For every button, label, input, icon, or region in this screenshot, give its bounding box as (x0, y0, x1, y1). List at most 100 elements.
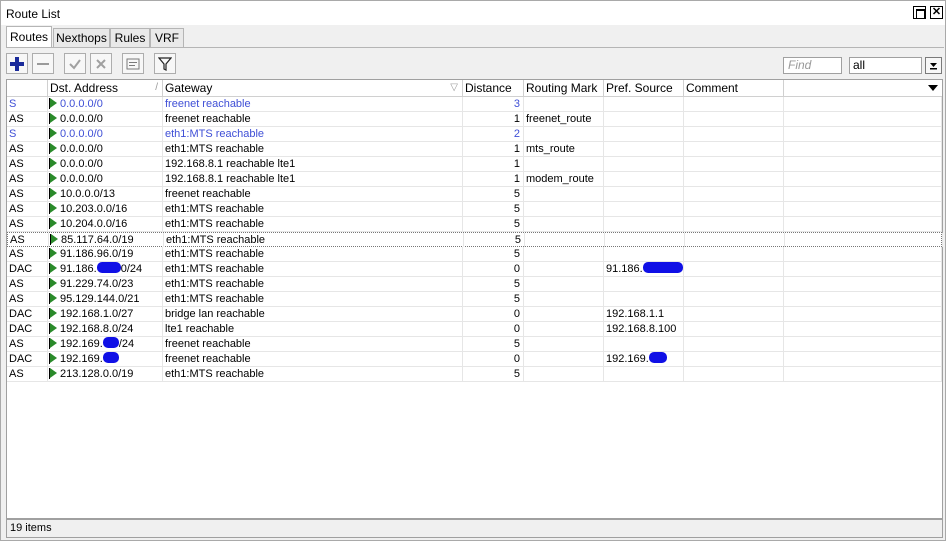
cell-comment (684, 97, 784, 111)
cell-pref-source: 91.186. (604, 262, 684, 276)
cell-dst-address: 0.0.0.0/0 (48, 127, 163, 141)
cell-dst-address: 10.203.0.0/16 (48, 202, 163, 216)
cell-flags: AS (7, 247, 48, 261)
table-row[interactable]: AS 10.203.0.0/16 eth1:MTS reachable 5 (7, 202, 942, 217)
filter-select[interactable]: all (849, 57, 922, 74)
enable-button[interactable] (64, 53, 86, 74)
filter-dropdown-button[interactable] (925, 57, 942, 74)
table-row[interactable]: AS 192.169. /24 freenet reachable 5 (7, 337, 942, 352)
table-row[interactable]: DAC 192.168.1.0/27 bridge lan reachable 0 19… (7, 307, 942, 322)
cell-dst-address: 10.0.0.0/13 (48, 187, 163, 201)
cell-distance: 1 (463, 172, 524, 186)
table-row[interactable]: DAC 91.186. 0/24 eth1:MTS reachable 0 91.186. (7, 262, 942, 277)
cell-comment (684, 112, 784, 126)
sort-icon: ▽ (450, 82, 458, 93)
table-row[interactable]: AS 0.0.0.0/0 192.168.8.1 reachable lte1 1 mo… (7, 172, 942, 187)
add-button[interactable] (6, 53, 28, 74)
title-bar[interactable]: Route List ✕ (1, 1, 945, 25)
table-row[interactable]: AS 0.0.0.0/0 192.168.8.1 reachable lte1 1 (7, 157, 942, 172)
route-flag-icon (49, 368, 57, 379)
cell-comment (684, 142, 784, 156)
cell-distance: 1 (463, 112, 524, 126)
cell-gateway: eth1:MTS reachable (163, 262, 463, 276)
column-header-comment[interactable]: Comment (684, 80, 784, 96)
tab-vrf[interactable]: VRF (150, 28, 184, 48)
route-flag-icon (49, 173, 57, 184)
restore-button[interactable] (913, 6, 926, 19)
column-header-flags[interactable] (7, 80, 48, 96)
filter-value: all (853, 58, 866, 72)
find-input[interactable]: Find (783, 57, 842, 74)
cell-flags: S (7, 97, 48, 111)
tab-rules[interactable]: Rules (110, 28, 150, 48)
comment-button[interactable] (122, 53, 144, 74)
column-header-distance[interactable]: Distance (463, 80, 524, 96)
cell-gateway: freenet reachable (163, 337, 463, 351)
cell-gateway: eth1:MTS reachable (163, 202, 463, 216)
dst-address-text: 192.169. (60, 353, 103, 365)
column-header-pref-source[interactable]: Pref. Source (604, 80, 684, 96)
pref-source-text: 91.186. (606, 263, 643, 275)
table-row[interactable]: DAC 192.169. freenet reachable 0 192.169. (7, 352, 942, 367)
cell-gateway: lte1 reachable (163, 322, 463, 336)
cell-distance: 2 (463, 127, 524, 141)
table-row[interactable]: AS 91.186.96.0/19 eth1:MTS reachable 5 (7, 247, 942, 262)
table-row[interactable]: AS 95.129.144.0/21 eth1:MTS reachable 5 (7, 292, 942, 307)
cell-flags: S (7, 127, 48, 141)
cell-pref-source (604, 127, 684, 141)
table-row[interactable]: S 0.0.0.0/0 freenet reachable 3 (7, 97, 942, 112)
cell-comment (684, 187, 784, 201)
cell-distance: 5 (463, 202, 524, 216)
column-chooser[interactable] (784, 80, 942, 96)
remove-icon (37, 63, 49, 65)
cell-routing-mark (524, 262, 604, 276)
cell-distance: 5 (463, 277, 524, 291)
cell-empty (784, 262, 942, 276)
column-label: Dst. Address (50, 81, 119, 95)
cell-flags: DAC (7, 322, 48, 336)
route-table[interactable]: Dst. Address / Gateway ▽ Distance Routing … (6, 79, 943, 519)
route-flag-icon (49, 353, 57, 364)
table-row[interactable]: S 0.0.0.0/0 eth1:MTS reachable 2 (7, 127, 942, 142)
table-row[interactable]: AS 91.229.74.0/23 eth1:MTS reachable 5 (7, 277, 942, 292)
redaction-mark (96, 262, 121, 273)
cell-distance: 5 (463, 187, 524, 201)
close-button[interactable]: ✕ (930, 6, 943, 19)
table-row[interactable]: AS 213.128.0.0/19 eth1:MTS reachable 5 (7, 367, 942, 382)
cell-empty (784, 142, 942, 156)
cell-gateway: bridge lan reachable (163, 307, 463, 321)
dst-address-text: 91.186. (60, 263, 97, 275)
cell-empty (784, 292, 942, 306)
cell-flags: AS (7, 217, 48, 231)
route-flag-icon (49, 113, 57, 124)
disable-button[interactable] (90, 53, 112, 74)
cell-distance: 1 (463, 142, 524, 156)
table-row[interactable]: AS 10.0.0.0/13 freenet reachable 5 (7, 187, 942, 202)
cell-routing-mark (524, 322, 604, 336)
cell-gateway: eth1:MTS reachable (163, 277, 463, 291)
cell-flags: DAC (7, 262, 48, 276)
table-row[interactable]: AS 85.117.64.0/19 eth1:MTS reachable 5 (7, 232, 943, 247)
column-header-routing-mark[interactable]: Routing Mark (524, 80, 604, 96)
table-row[interactable]: AS 0.0.0.0/0 freenet reachable 1 freenet_rou… (7, 112, 942, 127)
chevron-down-icon (928, 85, 938, 91)
cell-routing-mark (524, 352, 604, 366)
table-row[interactable]: AS 0.0.0.0/0 eth1:MTS reachable 1 mts_route (7, 142, 942, 157)
table-row[interactable]: AS 10.204.0.0/16 eth1:MTS reachable 5 (7, 217, 942, 232)
column-header-gateway[interactable]: Gateway ▽ (163, 80, 463, 96)
restore-icon (916, 9, 925, 19)
table-row[interactable]: DAC 192.168.8.0/24 lte1 reachable 0 192.168.… (7, 322, 942, 337)
column-header-dst-address[interactable]: Dst. Address / (48, 80, 163, 96)
cell-empty (784, 202, 942, 216)
tab-routes[interactable]: Routes (6, 26, 52, 48)
chevron-down-icon (930, 63, 937, 70)
cell-pref-source (604, 187, 684, 201)
cell-dst-address: 0.0.0.0/0 (48, 142, 163, 156)
cell-comment (684, 202, 784, 216)
cell-dst-address: 10.204.0.0/16 (48, 217, 163, 231)
cell-gateway: freenet reachable (163, 112, 463, 126)
cell-distance: 1 (463, 157, 524, 171)
filter-button[interactable] (154, 53, 176, 74)
tab-nexthops[interactable]: Nexthops (53, 28, 110, 48)
remove-button[interactable] (32, 53, 54, 74)
